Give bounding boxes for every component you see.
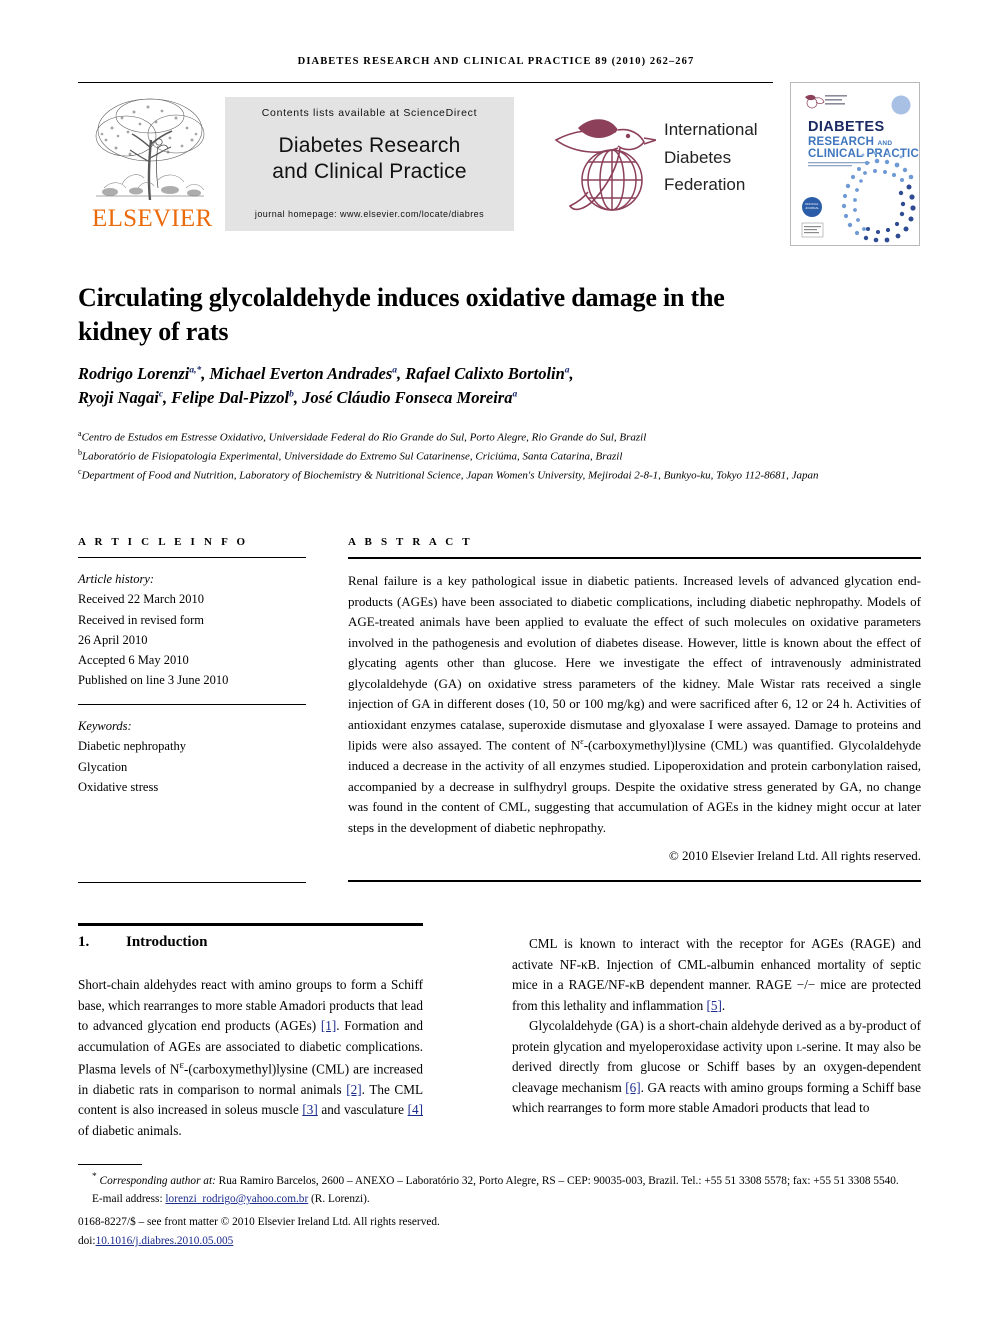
journal-article-page: DIABETES RESEARCH AND CLINICAL PRACTICE … [0, 0, 992, 1323]
history-item: Accepted 6 May 2010 [78, 653, 189, 667]
keyword-item: Oxidative stress [78, 779, 159, 794]
author-list: Rodrigo Lorenzia,*, Michael Everton Andr… [78, 362, 868, 410]
keyword-item: Glycation [78, 759, 128, 774]
author-sep: , [569, 364, 574, 383]
cover-artwork: DIABETES RESEARCH AND CLINICAL PRACTICE [791, 83, 919, 245]
author-affil-marker: a,* [189, 365, 202, 376]
contents-lists-label: Contents lists available at ScienceDirec… [261, 107, 478, 119]
keywords-block: Keywords: Diabetic nephropathy Glycation… [78, 716, 306, 797]
keyword-item: Diabetic nephropathy [78, 739, 186, 754]
idf-name: International Diabetes Federation [664, 116, 784, 199]
author-affil-marker: a [512, 389, 518, 400]
corresponding-text: Rua Ramiro Barcelos, 2600 – ANEXO – Labo… [215, 1174, 899, 1187]
elsevier-logo[interactable]: ELSEVIER [92, 88, 213, 243]
abstract-bottom-divider [348, 880, 921, 882]
paragraph: Short-chain aldehydes react with amino g… [78, 975, 423, 1142]
header-divider [78, 82, 773, 83]
body-column-right: CML is known to interact with the recept… [512, 934, 921, 1119]
idf-hummingbird-globe-icon [554, 119, 656, 211]
svg-text:JOURNAL: JOURNAL [805, 206, 819, 210]
journal-title-line2: and Clinical Practice [272, 160, 467, 184]
article-history-label: Article history: [78, 572, 155, 586]
affiliations: aCentro de Estudos em Estresse Oxidativo… [78, 428, 878, 485]
email-link[interactable]: lorenzi_rodrigo@yahoo.com.br [165, 1193, 308, 1205]
affiliation-item: aCentro de Estudos em Estresse Oxidativo… [78, 428, 878, 447]
journal-cover-thumbnail[interactable]: DIABETES RESEARCH AND CLINICAL PRACTICE [790, 82, 920, 246]
citation-link-1[interactable]: [1] [321, 1018, 336, 1033]
running-head: DIABETES RESEARCH AND CLINICAL PRACTICE … [297, 56, 695, 67]
affiliation-text: Department of Food and Nutrition, Labora… [81, 469, 819, 482]
history-item: 26 April 2010 [78, 632, 148, 647]
journal-title-line1: Diabetes Research [278, 134, 461, 157]
body-column-left: Short-chain aldehydes react with amino g… [78, 975, 423, 1142]
paragraph: CML is known to interact with the recept… [512, 934, 921, 1016]
issn-line: 0168-8227/$ – see front matter © 2010 El… [78, 1216, 440, 1229]
abstract-heading: A B S T R A C T [348, 536, 473, 548]
elsevier-tree-icon [95, 98, 205, 201]
info-column-bottom-divider [78, 882, 306, 883]
idf-logo: International Diabetes Federation [548, 102, 778, 226]
citation-link-5[interactable]: [5] [706, 998, 721, 1013]
idf-line1: International [664, 120, 758, 139]
history-item: Published on line 3 June 2010 [78, 673, 229, 688]
abstract-part1: Renal failure is a key pathological issu… [348, 573, 921, 753]
author-name: Ryoji Nagai [78, 387, 159, 407]
abstract-divider [348, 557, 921, 559]
abstract-column: A B S T R A C T Renal failure is a key p… [348, 536, 921, 864]
elsevier-wordmark: ELSEVIER [92, 205, 213, 232]
affiliation-text: Centro de Estudos em Estresse Oxidativo,… [81, 431, 647, 444]
affiliation-item: cDepartment of Food and Nutrition, Labor… [78, 466, 878, 485]
paragraph-text: and vasculature [317, 1102, 408, 1118]
keywords-label: Keywords: [78, 719, 132, 733]
corresponding-label: Corresponding author at: [99, 1174, 216, 1187]
email-attribution: (R. Lorenzi). [308, 1193, 370, 1206]
article-info-column: A R T I C L E I N F O Article history: R… [78, 536, 306, 797]
journal-homepage-link[interactable]: journal homepage: www.elsevier.com/locat… [225, 209, 514, 219]
article-info-heading: A R T I C L E I N F O [78, 536, 249, 548]
idf-line3: Federation [664, 175, 746, 195]
author-line-1: Rodrigo Lorenzia,*, Michael Everton Andr… [78, 362, 868, 386]
corresponding-marker: * [92, 1172, 97, 1182]
keywords-divider [78, 703, 306, 705]
affiliation-text: Laboratório de Fisiopatologia Experiment… [82, 450, 623, 463]
doi-line: doi:10.1016/j.diabres.2010.05.005 [78, 1232, 923, 1250]
corresponding-author-note: * Corresponding author at: Rua Ramiro Ba… [78, 1170, 923, 1190]
history-item: Received in revised form [78, 612, 204, 627]
doi-label: doi: [78, 1234, 96, 1247]
citation-link-6[interactable]: [6] [625, 1080, 640, 1095]
abstract-copyright: © 2010 Elsevier Ireland Ltd. All rights … [668, 848, 921, 864]
footnote-block: * Corresponding author at: Rua Ramiro Ba… [78, 1170, 923, 1250]
sciencedirect-box: Contents lists available at ScienceDirec… [225, 97, 514, 231]
footnote-divider [78, 1164, 142, 1165]
section-heading-introduction: 1. Introduction [78, 934, 423, 951]
paragraph: Glycolaldehyde (GA) is a short-chain ald… [512, 1016, 921, 1119]
author-line-2: Ryoji Nagaic, Felipe Dal-Pizzolb, José C… [78, 386, 868, 410]
section-title: Introduction [126, 934, 208, 950]
svg-text:DIABETES: DIABETES [808, 119, 885, 135]
author-name: Rodrigo Lorenzi [78, 364, 190, 383]
paragraph-text: of diabetic animals. [78, 1123, 182, 1138]
email-label: E-mail address: [92, 1193, 163, 1206]
idf-line2: Diabetes [664, 147, 732, 167]
citation-link-3[interactable]: [3] [302, 1102, 317, 1117]
author-name: , Rafael Calixto Bortolin [397, 364, 565, 383]
author-name: , Felipe Dal-Pizzol [163, 387, 290, 407]
citation-link-2[interactable]: [2] [346, 1082, 361, 1097]
author-name: , Michael Everton Andrades [201, 364, 393, 383]
journal-masthead: ELSEVIER Contents lists available at Sci… [78, 82, 921, 246]
author-name: , José Cláudio Fonseca Moreira [293, 387, 513, 407]
history-item: Received 22 March 2010 [78, 592, 205, 607]
affiliation-item: bLaboratório de Fisiopatologia Experimen… [78, 447, 878, 466]
citation-link-4[interactable]: [4] [408, 1102, 423, 1117]
doi-link[interactable]: 10.1016/j.diabres.2010.05.005 [96, 1235, 234, 1247]
section-number: 1. [78, 934, 90, 950]
journal-title: Diabetes Research and Clinical Practice [225, 133, 514, 185]
article-title: Circulating glycolaldehyde induces oxida… [78, 283, 725, 346]
article-info-divider [78, 557, 306, 558]
paragraph-text: . [721, 997, 726, 1013]
section-top-rule [78, 923, 423, 926]
article-history: Article history: Received 22 March 2010 … [78, 569, 306, 691]
email-note: E-mail address: lorenzi_rodrigo@yahoo.co… [78, 1190, 923, 1208]
abstract-text: Renal failure is a key pathological issu… [348, 571, 921, 838]
